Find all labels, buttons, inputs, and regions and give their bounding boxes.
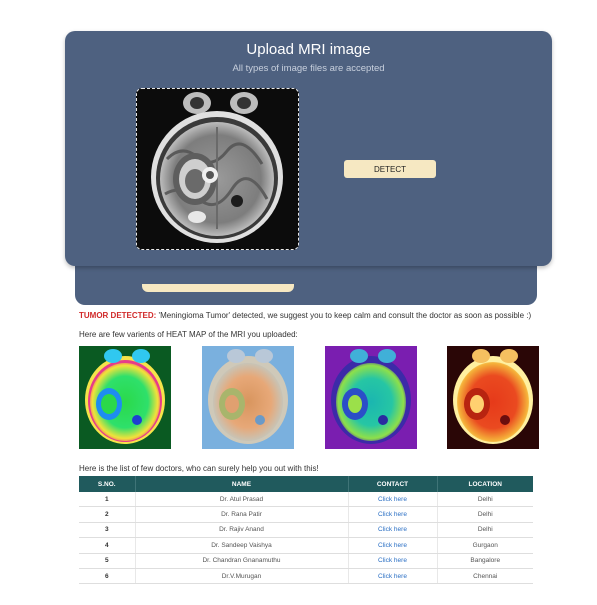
contact-link[interactable]: Click here [348, 492, 438, 508]
heatmap-pastel [202, 346, 294, 449]
doctor-name: Dr. Sandeep Vaishya [135, 537, 349, 554]
detection-label: TUMOR DETECTED: [79, 311, 157, 320]
table-row: 5 Dr. Chandran Gnanamuthu Click here Ban… [79, 553, 533, 569]
table-row: 2 Dr. Rana Patir Click here Delhi [79, 506, 533, 523]
detection-message: 'Meningioma Tumor' detected, we suggest … [156, 311, 532, 320]
heatmap-hot [447, 346, 539, 449]
doctor-location: Chennai [437, 568, 533, 585]
doctor-location: Delhi [437, 492, 533, 508]
table-header-row: S.NO. NAME CONTACT LOCATION [79, 476, 533, 492]
heatmap-gallery [0, 346, 597, 451]
doctor-name: Dr. Chandran Gnanamuthu [135, 553, 349, 569]
contact-link[interactable]: Click here [348, 568, 438, 585]
doctor-name: Dr. Rana Patir [135, 506, 349, 523]
contact-link[interactable]: Click here [348, 506, 438, 523]
table-row: 6 Dr.V.Murugan Click here Chennai [79, 568, 533, 585]
doctor-location: Gurgaon [437, 537, 533, 554]
preview-strip [142, 284, 294, 292]
table-row: 4 Dr. Sandeep Vaishya Click here Gurgaon [79, 537, 533, 554]
doctor-name: Dr. Rajiv Anand [135, 522, 349, 539]
column-header-name: NAME [135, 476, 349, 492]
doctors-intro: Here is the list of few doctors, who can… [79, 464, 319, 473]
upload-title: Upload MRI image [246, 41, 371, 58]
row-sno: 6 [79, 568, 136, 585]
doctor-name: Dr. Atul Prasad [135, 492, 349, 508]
table-row: 3 Dr. Rajiv Anand Click here Delhi [79, 522, 533, 539]
table-row: 1 Dr. Atul Prasad Click here Delhi [79, 492, 533, 508]
column-header-location: LOCATION [437, 476, 533, 492]
row-sno: 3 [79, 522, 136, 539]
detect-button[interactable]: DETECT [344, 160, 436, 178]
doctors-table: S.NO. NAME CONTACT LOCATION 1 Dr. Atul P… [79, 476, 533, 585]
row-sno: 1 [79, 492, 136, 508]
detection-result: TUMOR DETECTED: 'Meningioma Tumor' detec… [79, 311, 531, 320]
row-sno: 4 [79, 537, 136, 554]
contact-link[interactable]: Click here [348, 553, 438, 569]
column-header-contact: CONTACT [348, 476, 438, 492]
doctor-location: Delhi [437, 522, 533, 539]
heatmap-jet [79, 346, 171, 449]
contact-link[interactable]: Click here [348, 537, 438, 554]
doctor-location: Delhi [437, 506, 533, 523]
mri-image-dropzone[interactable] [136, 88, 299, 250]
heatmap-plasma [325, 346, 417, 449]
row-sno: 2 [79, 506, 136, 523]
upload-subtitle: All types of image files are accepted [232, 63, 385, 74]
contact-link[interactable]: Click here [348, 522, 438, 539]
doctor-name: Dr.V.Murugan [135, 568, 349, 585]
column-header-sno: S.NO. [79, 476, 136, 492]
upload-card: Upload MRI image All types of image file… [65, 31, 552, 266]
doctor-location: Bangalore [437, 553, 533, 569]
mri-scan-image [137, 89, 298, 249]
row-sno: 5 [79, 553, 136, 569]
heatmap-intro: Here are few varients of HEAT MAP of the… [79, 330, 298, 339]
